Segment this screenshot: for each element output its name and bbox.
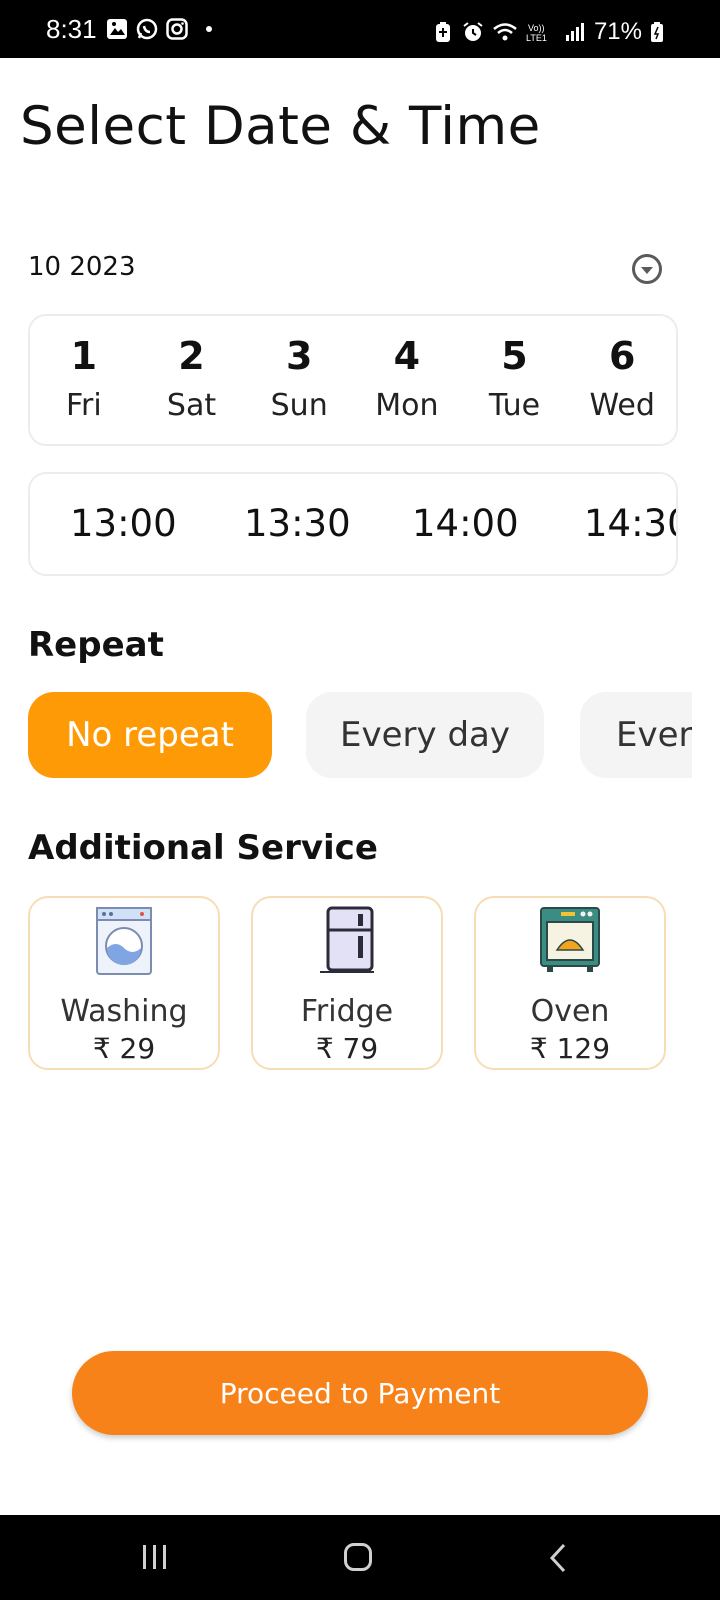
status-right-icons: Vo)) LTE1 71% bbox=[432, 18, 664, 46]
status-bar: 8:31 Vo)) LTE1 71% bbox=[0, 0, 720, 58]
notification-dot bbox=[206, 26, 212, 32]
alarm-icon bbox=[463, 22, 483, 41]
month-dropdown-icon[interactable] bbox=[632, 254, 662, 284]
date-weekday: Tue bbox=[488, 388, 541, 423]
time-slot[interactable]: 14:30 bbox=[584, 502, 676, 545]
service-name: Washing bbox=[60, 994, 188, 1029]
repeat-options: No repeat Every day Every bbox=[28, 692, 692, 780]
repeat-heading: Repeat bbox=[28, 625, 164, 665]
recents-icon[interactable] bbox=[140, 1543, 170, 1571]
svg-text:Vo)): Vo)) bbox=[528, 23, 545, 33]
wifi-icon bbox=[493, 23, 517, 41]
service-price: ₹ 129 bbox=[529, 1032, 611, 1065]
navigation-bar bbox=[0, 1515, 720, 1600]
whatsapp-icon bbox=[136, 18, 158, 40]
time-slot[interactable]: 13:00 bbox=[70, 502, 177, 545]
fridge-icon bbox=[320, 906, 374, 973]
date-number: 4 bbox=[393, 334, 421, 378]
date-item[interactable]: 3 Sun bbox=[245, 316, 353, 444]
date-picker: 1 Fri 2 Sat 3 Sun 4 Mon 5 Tue 6 Wed bbox=[28, 314, 678, 446]
additional-service-heading: Additional Service bbox=[28, 828, 378, 868]
status-time: 8:31 bbox=[46, 14, 97, 44]
date-item[interactable]: 5 Tue bbox=[461, 316, 569, 444]
back-icon[interactable] bbox=[548, 1543, 568, 1573]
battery-icon bbox=[651, 22, 663, 42]
proceed-to-payment-button[interactable]: Proceed to Payment bbox=[72, 1351, 648, 1435]
service-price: ₹ 79 bbox=[315, 1032, 379, 1065]
service-price: ₹ 29 bbox=[92, 1032, 156, 1065]
date-number: 3 bbox=[285, 334, 313, 378]
battery-saver-icon bbox=[435, 22, 450, 42]
service-card-washing[interactable]: Washing ₹ 29 bbox=[28, 896, 220, 1070]
page-title: Select Date & Time bbox=[20, 96, 541, 157]
instagram-icon bbox=[166, 18, 188, 40]
date-weekday: Wed bbox=[589, 388, 655, 423]
service-name: Fridge bbox=[300, 994, 394, 1029]
date-number: 2 bbox=[178, 334, 205, 378]
repeat-option-every-day[interactable]: Every day bbox=[306, 692, 544, 778]
repeat-option-every[interactable]: Every bbox=[580, 692, 692, 778]
service-card-oven[interactable]: Oven ₹ 129 bbox=[474, 896, 666, 1070]
date-item[interactable]: 1 Fri bbox=[30, 316, 138, 444]
gallery-icon bbox=[107, 19, 127, 39]
service-card-fridge[interactable]: Fridge ₹ 79 bbox=[251, 896, 443, 1070]
volte-icon: Vo))LTE1 bbox=[526, 23, 547, 43]
date-number: 6 bbox=[608, 334, 636, 378]
month-label: 10 2023 bbox=[28, 252, 136, 282]
date-weekday: Sun bbox=[270, 388, 328, 423]
date-item[interactable]: 2 Sat bbox=[138, 316, 246, 444]
oven-icon bbox=[540, 907, 600, 972]
service-name: Oven bbox=[530, 994, 610, 1029]
time-slot[interactable]: 14:00 bbox=[412, 502, 519, 545]
svg-text:LTE1: LTE1 bbox=[526, 33, 547, 43]
home-icon[interactable] bbox=[344, 1543, 372, 1571]
signal-icon bbox=[565, 23, 584, 41]
status-left-icons bbox=[106, 18, 212, 40]
date-item[interactable]: 4 Mon bbox=[353, 316, 461, 444]
date-weekday: Fri bbox=[65, 388, 102, 423]
date-item[interactable]: 6 Wed bbox=[568, 316, 676, 444]
date-number: 1 bbox=[70, 334, 98, 378]
date-weekday: Mon bbox=[375, 388, 439, 423]
date-number: 5 bbox=[501, 334, 528, 378]
date-weekday: Sat bbox=[166, 388, 217, 423]
washing-machine-icon bbox=[96, 907, 152, 975]
repeat-option-no-repeat[interactable]: No repeat bbox=[28, 692, 272, 778]
time-slot[interactable]: 13:30 bbox=[244, 502, 351, 545]
time-picker: 13:00 13:30 14:00 14:30 bbox=[28, 472, 678, 576]
battery-percent: 71% bbox=[593, 18, 642, 45]
